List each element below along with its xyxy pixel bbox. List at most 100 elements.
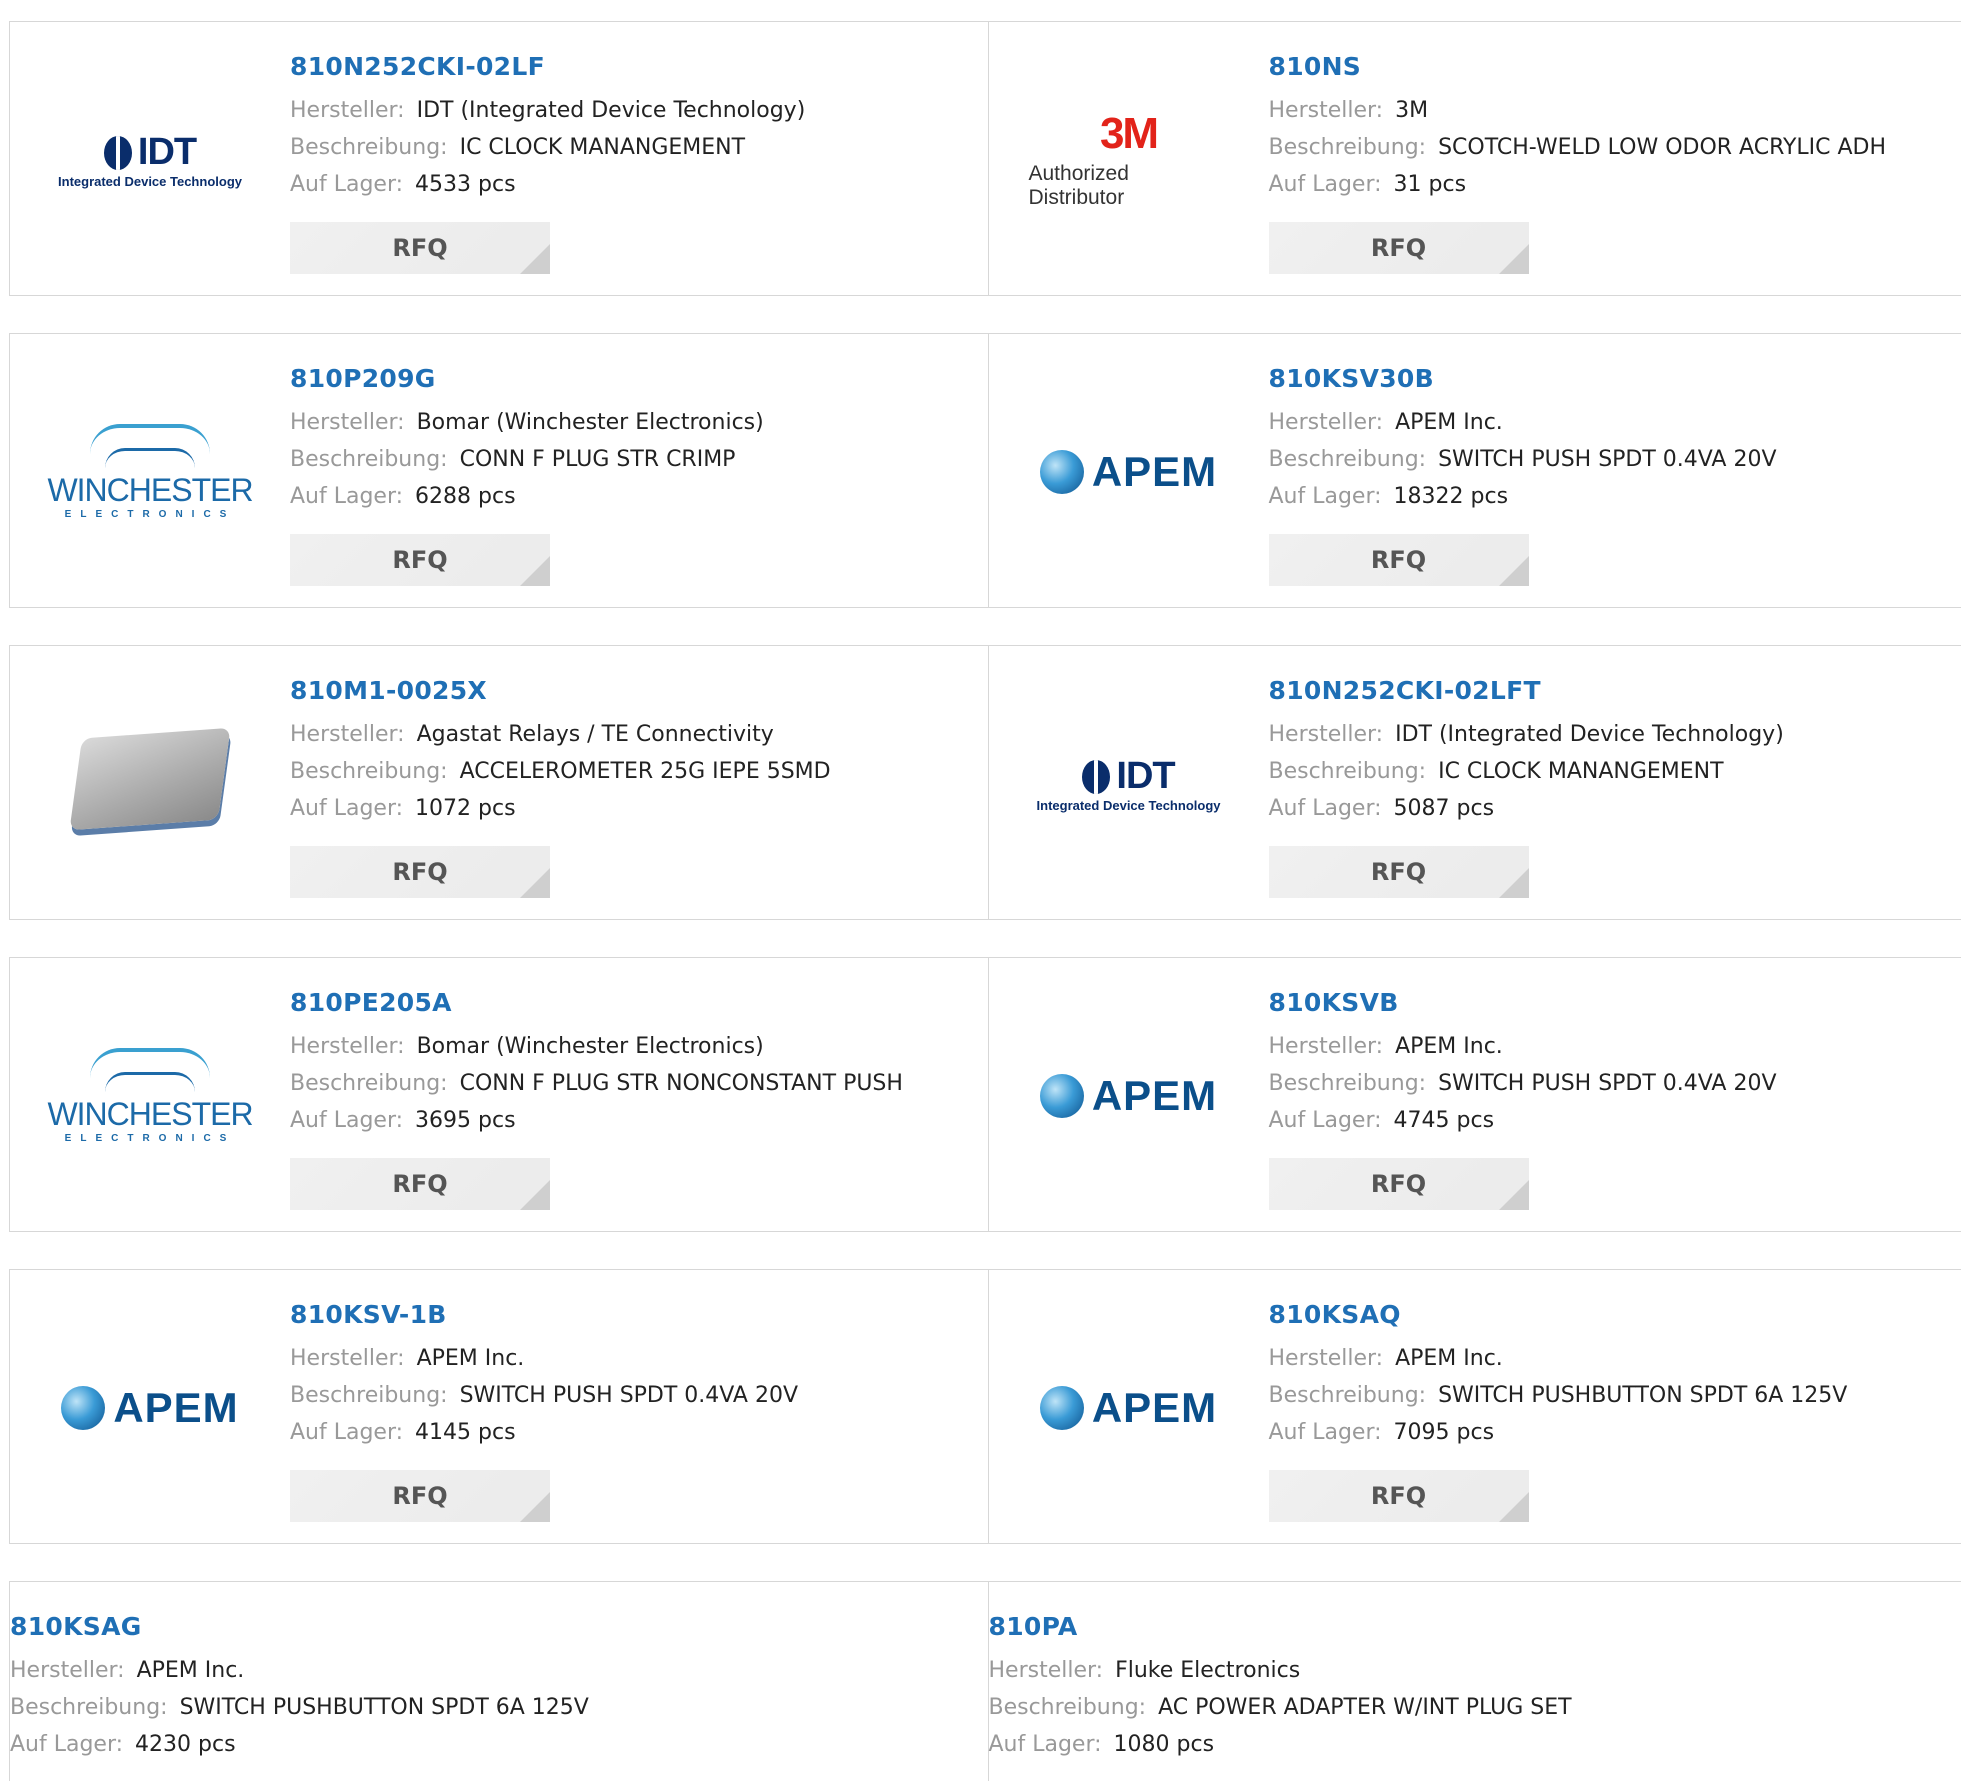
product-card: WINCHESTER ELECTRONICS 810PE205A Herstel… <box>10 958 988 1231</box>
description-value: IC CLOCK MANANGEMENT <box>460 135 746 160</box>
idt-mark-icon <box>104 136 132 170</box>
description-value: SWITCH PUSH SPDT 0.4VA 20V <box>460 1383 798 1408</box>
stock-value: 4745 pcs <box>1394 1108 1495 1133</box>
product-card: 810KSAG Hersteller: APEM Inc. Beschreibun… <box>10 1582 988 1781</box>
product-row: APEM 810KSV-1B Hersteller:APEM Inc. Besc… <box>9 1269 1961 1544</box>
description-label: Beschreibung: <box>1269 759 1427 784</box>
rfq-button[interactable]: RFQ <box>1269 534 1529 586</box>
corner-decoration <box>1499 868 1529 898</box>
globe-icon <box>1040 450 1084 494</box>
manufacturer-label: Hersteller: <box>1269 1034 1384 1059</box>
manufacturer-label: Hersteller: <box>1269 98 1384 123</box>
part-number-link[interactable]: 810KSVB <box>1269 988 1777 1028</box>
stock-label: Auf Lager: <box>1269 796 1382 821</box>
stock-label: Auf Lager: <box>10 1732 123 1757</box>
corner-decoration <box>1499 556 1529 586</box>
product-card: APEM 810KSV30B Hersteller:APEM Inc. Besc… <box>988 334 1961 607</box>
stock-value: 4145 pcs <box>415 1420 516 1445</box>
stock-label: Auf Lager: <box>989 1732 1102 1757</box>
globe-icon <box>1040 1074 1084 1118</box>
rfq-button[interactable]: RFQ <box>1269 222 1529 274</box>
rfq-button[interactable]: RFQ <box>290 1470 550 1522</box>
apem-logo: APEM <box>1029 1353 1229 1463</box>
manufacturer-value: APEM Inc. <box>137 1658 245 1683</box>
description-label: Beschreibung: <box>290 447 448 472</box>
description-label: Beschreibung: <box>1269 1383 1427 1408</box>
part-number-link[interactable]: 810KSAQ <box>1269 1300 1848 1340</box>
product-card: APEM 810KSV-1B Hersteller:APEM Inc. Besc… <box>10 1270 988 1543</box>
part-number-link[interactable]: 810PE205A <box>290 988 903 1028</box>
stock-label: Auf Lager: <box>1269 172 1382 197</box>
corner-decoration <box>1499 1180 1529 1210</box>
stock-value: 31 pcs <box>1394 172 1467 197</box>
swoosh-icon <box>105 448 195 468</box>
rfq-button[interactable]: RFQ <box>290 846 550 898</box>
stock-value: 1080 pcs <box>1114 1732 1215 1757</box>
swoosh-icon <box>105 1072 195 1092</box>
manufacturer-value: Bomar (Winchester Electronics) <box>417 410 764 435</box>
description-value: SWITCH PUSH SPDT 0.4VA 20V <box>1438 1071 1776 1096</box>
product-card: 810M1-0025X Hersteller:Agastat Relays / … <box>10 646 988 919</box>
part-number-link[interactable]: 810N252CKI-02LFT <box>1269 676 1784 716</box>
product-card: APEM 810KSVB Hersteller: APEM Inc. Beschr… <box>988 958 1961 1231</box>
part-number-link[interactable]: 810N252CKI-02LF <box>290 52 805 92</box>
winchester-logo: WINCHESTER ELECTRONICS <box>50 1041 250 1151</box>
3m-logo: 3M Authorized Distributor <box>1029 105 1229 215</box>
apem-logo: APEM <box>1029 1041 1229 1151</box>
stock-value: 3695 pcs <box>415 1108 516 1133</box>
manufacturer-value: APEM Inc. <box>1395 1034 1503 1059</box>
description-value: AC POWER ADAPTER W/INT PLUG SET <box>1158 1695 1572 1720</box>
part-number-link[interactable]: 810KSV30B <box>1269 364 1777 404</box>
description-value: SCOTCH-WELD LOW ODOR ACRYLIC ADH <box>1438 135 1886 160</box>
product-card: IDT Integrated Device Technology 810N252… <box>10 22 988 295</box>
corner-decoration <box>1499 244 1529 274</box>
description-value: ACCELEROMETER 25G IEPE 5SMD <box>460 759 831 784</box>
stock-label: Auf Lager: <box>290 796 403 821</box>
manufacturer-label: Hersteller: <box>290 1034 405 1059</box>
stock-label: Auf Lager: <box>290 1420 403 1445</box>
stock-value: 1072 pcs <box>415 796 516 821</box>
description-label: Beschreibung: <box>1269 135 1427 160</box>
description-label: Beschreibung: <box>1269 447 1427 472</box>
rfq-button[interactable]: RFQ <box>290 1158 550 1210</box>
corner-decoration <box>520 244 550 274</box>
rfq-button[interactable]: RFQ <box>1269 1470 1529 1522</box>
manufacturer-value: Agastat Relays / TE Connectivity <box>417 722 774 747</box>
apem-logo: APEM <box>1029 417 1229 527</box>
part-number-link[interactable]: 810PA <box>989 1612 1572 1652</box>
part-number-link[interactable]: 810NS <box>1269 52 1887 92</box>
product-card: 810PA Hersteller:Fluke Electronics Besch… <box>988 1582 1961 1781</box>
description-value: IC CLOCK MANANGEMENT <box>1438 759 1724 784</box>
description-label: Beschreibung: <box>1269 1071 1427 1096</box>
apem-logo: APEM <box>50 1353 250 1463</box>
part-number-link[interactable]: 810KSAG <box>10 1612 589 1652</box>
stock-label: Auf Lager: <box>290 1108 403 1133</box>
part-number-link[interactable]: 810M1-0025X <box>290 676 831 716</box>
stock-value: 18322 pcs <box>1394 484 1509 509</box>
sensor-chip-icon <box>69 728 230 830</box>
corner-decoration <box>520 1492 550 1522</box>
description-label: Beschreibung: <box>290 135 448 160</box>
manufacturer-value: APEM Inc. <box>1395 410 1503 435</box>
stock-value: 4230 pcs <box>135 1732 236 1757</box>
manufacturer-label: Hersteller: <box>290 410 405 435</box>
part-number-link[interactable]: 810KSV-1B <box>290 1300 798 1340</box>
stock-label: Auf Lager: <box>1269 1420 1382 1445</box>
manufacturer-value: Bomar (Winchester Electronics) <box>417 1034 764 1059</box>
rfq-button[interactable]: RFQ <box>1269 846 1529 898</box>
manufacturer-label: Hersteller: <box>10 1658 125 1683</box>
part-number-link[interactable]: 810P209G <box>290 364 764 404</box>
idt-logo: IDT Integrated Device Technology <box>50 105 250 215</box>
manufacturer-value: Fluke Electronics <box>1115 1658 1300 1683</box>
rfq-button[interactable]: RFQ <box>290 222 550 274</box>
idt-logo: IDT Integrated Device Technology <box>1029 729 1229 839</box>
winchester-logo: WINCHESTER ELECTRONICS <box>50 417 250 527</box>
stock-label: Auf Lager: <box>1269 484 1382 509</box>
description-label: Beschreibung: <box>290 759 448 784</box>
stock-label: Auf Lager: <box>1269 1108 1382 1133</box>
rfq-button[interactable]: RFQ <box>290 534 550 586</box>
description-label: Beschreibung: <box>10 1695 168 1720</box>
globe-icon <box>1040 1386 1084 1430</box>
rfq-button[interactable]: RFQ <box>1269 1158 1529 1210</box>
manufacturer-value: IDT (Integrated Device Technology) <box>417 98 806 123</box>
